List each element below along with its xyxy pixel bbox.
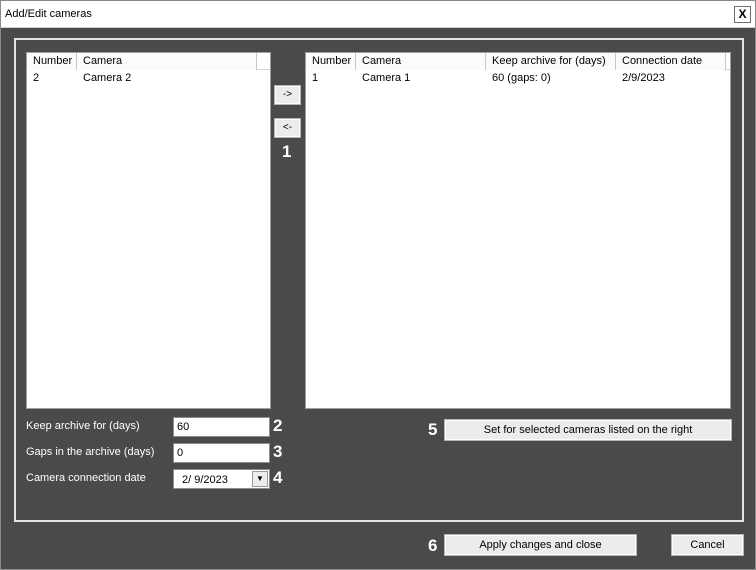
col-connection-date[interactable]: Connection date: [616, 53, 726, 70]
connection-date-label: Camera connection date: [26, 472, 146, 484]
gaps-label: Gaps in the archive (days): [26, 446, 155, 458]
connection-date-value: 2/ 9/2023: [182, 474, 228, 486]
keep-archive-label: Keep archive for (days): [26, 420, 140, 432]
callout-6: 6: [428, 536, 438, 555]
apply-and-close-button[interactable]: Apply changes and close: [444, 534, 637, 556]
gaps-input[interactable]: 0: [173, 443, 270, 463]
row-connection-date: 2/9/2023: [622, 72, 665, 84]
row-number: 2: [33, 72, 40, 84]
set-for-selected-button[interactable]: Set for selected cameras listed on the r…: [444, 419, 732, 441]
row-number: 1: [312, 72, 319, 84]
col-camera[interactable]: Camera: [356, 53, 486, 70]
table-row[interactable]: 1 Camera 1 60 (gaps: 0) 2/9/2023: [306, 70, 730, 87]
col-keep-archive[interactable]: Keep archive for (days): [486, 53, 616, 70]
callout-1: 1: [282, 142, 292, 161]
row-keep-archive: 60 (gaps: 0): [492, 72, 551, 84]
callout-4: 4: [273, 468, 283, 487]
add-camera-button[interactable]: ->: [274, 85, 301, 105]
add-edit-cameras-dialog: Add/Edit cameras X Number Camera 2 Camer…: [0, 0, 756, 570]
list-item[interactable]: 2 Camera 2: [27, 70, 270, 87]
available-cameras-list[interactable]: Number Camera 2 Camera 2: [26, 52, 271, 409]
row-camera: Camera 1: [362, 72, 411, 84]
remove-camera-button[interactable]: <-: [274, 118, 301, 138]
row-camera: Camera 2: [83, 72, 132, 84]
col-camera[interactable]: Camera: [77, 53, 257, 70]
close-icon[interactable]: X: [734, 6, 751, 23]
chevron-down-icon[interactable]: ▼: [252, 471, 268, 487]
callout-3: 3: [273, 442, 283, 461]
window-title: Add/Edit cameras: [5, 8, 92, 20]
connection-date-picker[interactable]: 2/ 9/2023 ▼: [173, 469, 270, 489]
cancel-button[interactable]: Cancel: [671, 534, 744, 556]
col-number[interactable]: Number: [27, 53, 77, 70]
left-list-header: Number Camera: [27, 53, 270, 70]
callout-5: 5: [428, 420, 438, 439]
right-list-header: Number Camera Keep archive for (days) Co…: [306, 53, 730, 70]
callout-2: 2: [273, 416, 283, 435]
keep-archive-input[interactable]: 60: [173, 417, 270, 437]
title-bar: Add/Edit cameras X: [1, 1, 755, 28]
col-number[interactable]: Number: [306, 53, 356, 70]
selected-cameras-list[interactable]: Number Camera Keep archive for (days) Co…: [305, 52, 731, 409]
